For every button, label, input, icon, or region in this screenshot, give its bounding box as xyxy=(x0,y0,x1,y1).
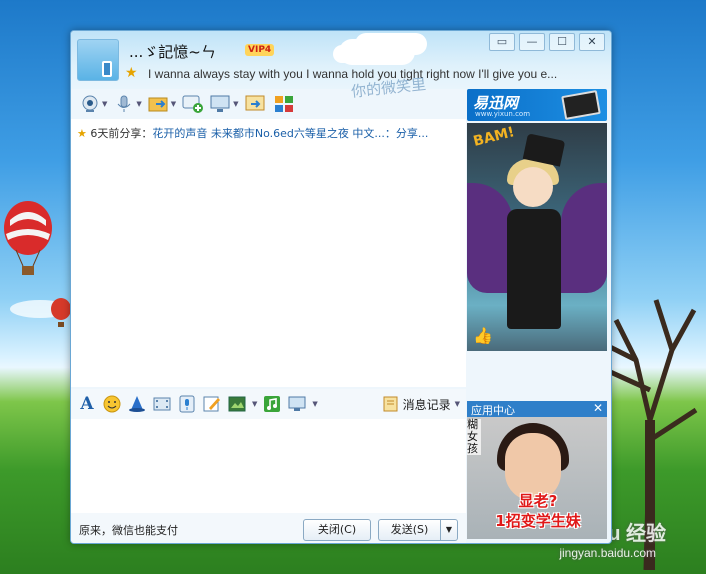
close-icon[interactable]: ✕ xyxy=(593,401,603,415)
hot-air-balloon-icon xyxy=(4,201,52,275)
close-window-button[interactable]: ✕ xyxy=(579,33,605,51)
voice-call-button[interactable]: ▼ xyxy=(113,94,142,114)
app-center-header: 应用中心 ✕ xyxy=(467,401,607,417)
title-cloud-decoration xyxy=(339,39,415,65)
input-toolbar: A ▼ ▼ 消息记录 ▼ xyxy=(71,389,466,419)
mobile-online-icon xyxy=(102,61,112,77)
chat-toolbar: ▼ ▼ ▼ ▼ xyxy=(71,89,466,119)
music-icon[interactable] xyxy=(262,395,282,413)
watermark-url: jingyan.baidu.com xyxy=(559,546,657,560)
send-button[interactable]: 发送(S) xyxy=(378,519,440,541)
chevron-down-icon[interactable]: ▼ xyxy=(252,400,257,408)
contact-nickname[interactable]: ...ゞ記憶~ㄣ xyxy=(129,41,216,62)
chevron-down-icon: ▼ xyxy=(454,400,460,408)
message-history-button[interactable]: 消息记录 ▼ xyxy=(383,396,460,413)
maximize-button[interactable]: ☐ xyxy=(549,33,575,51)
folder-transfer-icon xyxy=(148,94,170,114)
send-file-button[interactable]: ▼ xyxy=(148,94,176,114)
share-screen-button[interactable] xyxy=(245,94,267,114)
voice-message-icon[interactable] xyxy=(177,395,197,413)
ad-phone-image xyxy=(561,90,601,120)
chevron-down-icon[interactable]: ▼ xyxy=(312,400,317,408)
share-link[interactable]: 花开的声音 未来都市No.6ed六等星之夜 中文...：分享... xyxy=(152,127,428,140)
screenshot-icon[interactable] xyxy=(227,395,247,413)
history-label: 消息记录 xyxy=(402,397,451,412)
bottom-tip-link[interactable]: 原来，微信也能支付 xyxy=(79,522,178,538)
emoji-icon[interactable] xyxy=(102,395,122,413)
share-screen-icon xyxy=(245,94,267,114)
chevron-down-icon[interactable]: ▼ xyxy=(102,100,107,108)
skin-button[interactable]: ▭ xyxy=(489,33,515,51)
magic-expression-icon[interactable] xyxy=(127,395,147,413)
monitor-icon xyxy=(210,94,232,114)
qq-show-panel[interactable]: BAM! 👍 xyxy=(467,123,607,351)
app-caption: 显老? 1招变学生妹 xyxy=(473,491,603,531)
video-clip-icon[interactable] xyxy=(152,395,172,413)
show-character-head xyxy=(513,167,553,207)
bottom-bar: 原来，微信也能支付 关闭(C) 发送(S) ▼ xyxy=(71,513,466,543)
ad-banner[interactable]: 易迅网 www.yixun.com xyxy=(467,89,607,121)
chat-window: ...ゞ記憶~ㄣ VIP4 ★ I wanna always stay with… xyxy=(70,30,612,544)
title-bar[interactable]: ...ゞ記憶~ㄣ VIP4 ★ I wanna always stay with… xyxy=(71,31,611,89)
chevron-down-icon[interactable]: ▼ xyxy=(136,100,141,108)
app-caption-line2: 1招变学生妹 xyxy=(495,512,581,530)
app-caption-line1: 显老? xyxy=(518,492,558,510)
show-wing-right xyxy=(561,183,607,293)
star-icon: ★ xyxy=(125,65,138,81)
show-character-body xyxy=(507,209,561,329)
hot-air-balloon-small-icon xyxy=(51,298,71,327)
webcam-icon xyxy=(79,94,101,114)
message-history-area[interactable]: ★ 6天前分享：花开的声音 未来都市No.6ed六等星之夜 中文...：分享..… xyxy=(71,119,466,387)
create-discussion-button[interactable] xyxy=(182,94,204,114)
close-button[interactable]: 关闭(C) xyxy=(303,519,371,541)
add-chat-icon xyxy=(182,94,204,114)
font-icon[interactable]: A xyxy=(77,394,97,414)
star-icon: ★ xyxy=(77,127,87,140)
app-side-text: 糊女孩 xyxy=(467,419,481,455)
app-center-title: 应用中心 xyxy=(471,404,515,417)
vip-badge[interactable]: VIP4 xyxy=(245,44,275,56)
send-picture-icon[interactable] xyxy=(287,395,307,413)
share-notice[interactable]: ★ 6天前分享：花开的声音 未来都市No.6ed六等星之夜 中文...：分享..… xyxy=(77,125,462,141)
minimize-button[interactable]: — xyxy=(519,33,545,51)
share-prefix: 6天前分享： xyxy=(90,127,153,140)
app-grid-icon xyxy=(273,94,295,114)
window-controls: ▭ — ☐ ✕ xyxy=(489,33,605,51)
send-options-button[interactable]: ▼ xyxy=(440,519,458,541)
contact-avatar[interactable] xyxy=(77,39,119,81)
chevron-down-icon[interactable]: ▼ xyxy=(233,100,238,108)
app-center-panel[interactable]: 糊女孩 显老? 1招变学生妹 应用中心 ✕ xyxy=(467,401,607,539)
history-icon xyxy=(383,396,398,412)
ad-url: www.yixun.com xyxy=(475,110,531,118)
microphone-icon xyxy=(113,94,135,114)
message-input[interactable] xyxy=(71,419,466,513)
doodle-icon[interactable] xyxy=(202,395,222,413)
chevron-down-icon[interactable]: ▼ xyxy=(171,100,176,108)
video-call-button[interactable]: ▼ xyxy=(79,94,107,114)
show-comic-word: BAM! xyxy=(471,124,517,150)
app-grid-button[interactable] xyxy=(273,94,295,114)
thumbs-up-icon[interactable]: 👍 xyxy=(473,326,493,345)
remote-assist-button[interactable]: ▼ xyxy=(210,94,239,114)
app-center-photo[interactable]: 糊女孩 显老? 1招变学生妹 xyxy=(467,417,607,539)
